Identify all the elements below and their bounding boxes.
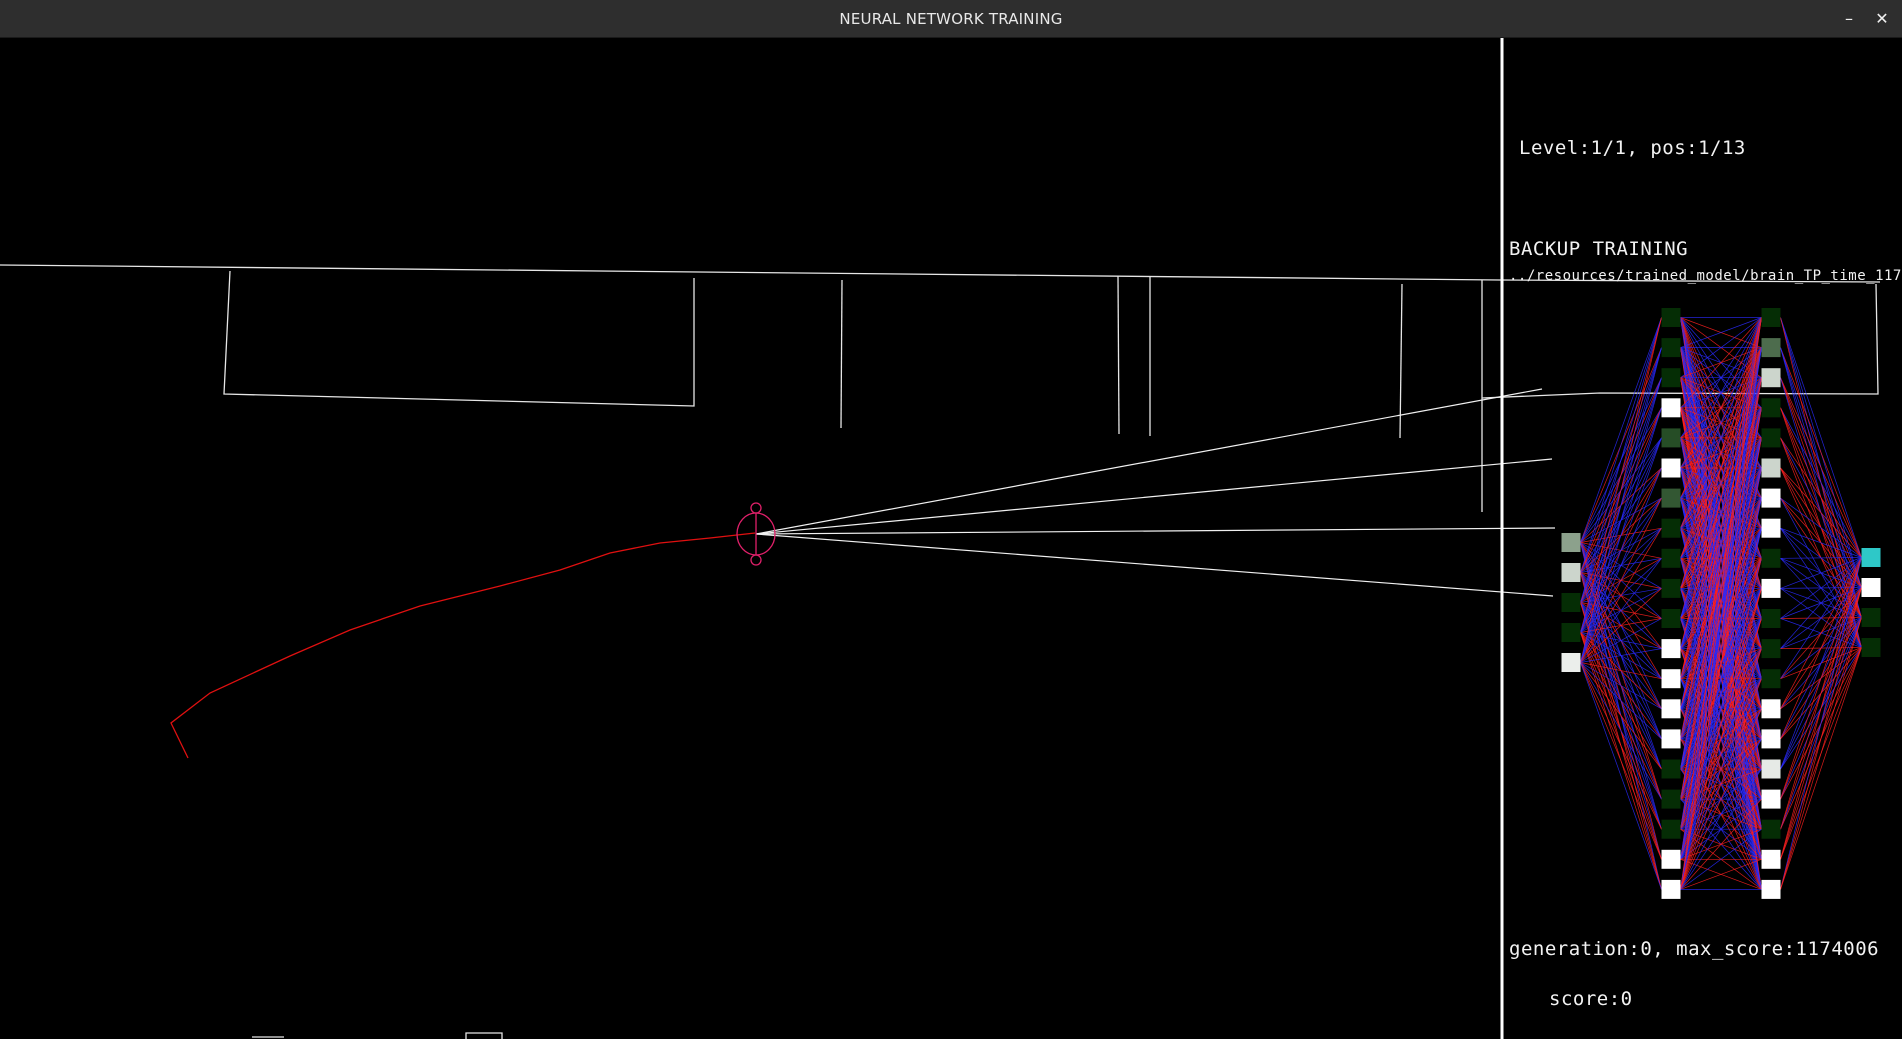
hidden2-neuron bbox=[1761, 699, 1781, 719]
window-titlebar[interactable]: NEURAL NETWORK TRAINING – ✕ bbox=[0, 0, 1902, 38]
weight-link bbox=[1780, 407, 1862, 558]
weight-link bbox=[1580, 662, 1662, 770]
output-neuron bbox=[1861, 608, 1881, 627]
hidden1-neuron bbox=[1661, 308, 1681, 327]
sensor-ray-1 bbox=[755, 388, 1543, 535]
hidden1-neuron bbox=[1661, 368, 1681, 388]
minimize-button[interactable]: – bbox=[1836, 6, 1862, 32]
weight-link bbox=[1780, 437, 1862, 558]
hidden1-neuron bbox=[1661, 879, 1681, 899]
hidden2-neuron bbox=[1761, 518, 1781, 538]
neural-network-view bbox=[1561, 308, 1881, 899]
weight-link bbox=[1580, 662, 1662, 890]
input-neuron bbox=[1561, 593, 1581, 612]
hidden2-neuron bbox=[1761, 729, 1781, 749]
weight-link bbox=[1780, 527, 1862, 558]
input-neuron bbox=[1561, 563, 1581, 582]
generation-label: generation:0, max_score:1174006 bbox=[1509, 938, 1880, 960]
game-canvas bbox=[0, 38, 1881, 1039]
weight-link bbox=[1780, 377, 1862, 558]
weight-link bbox=[1780, 497, 1862, 558]
input-neuron bbox=[1561, 533, 1581, 552]
hidden2-neuron bbox=[1761, 789, 1781, 809]
hidden2-neuron bbox=[1761, 578, 1781, 598]
hidden1-neuron bbox=[1661, 759, 1681, 779]
app-window: NEURAL NETWORK TRAINING – ✕ Level:1/1, p… bbox=[0, 0, 1902, 1039]
hidden1-neuron bbox=[1661, 578, 1681, 598]
model-path-label: ../resources/trained_model/brain_TP_time… bbox=[1509, 268, 1902, 284]
input-neuron bbox=[1561, 623, 1581, 642]
track-barrier-2 bbox=[840, 279, 843, 429]
hidden2-neuron bbox=[1761, 368, 1781, 388]
hidden2-neuron bbox=[1761, 458, 1781, 478]
weight-link bbox=[1580, 662, 1662, 830]
agent-top-wheel bbox=[750, 502, 762, 514]
agent-bottom-wheel bbox=[750, 554, 762, 566]
track-barrier-3 bbox=[1117, 275, 1120, 435]
hidden1-neuron bbox=[1661, 789, 1681, 809]
hidden1-neuron bbox=[1661, 518, 1681, 538]
network-weights bbox=[1580, 317, 1862, 890]
track-bottom-marker-2 bbox=[465, 1032, 503, 1039]
weight-link bbox=[1580, 317, 1662, 633]
output-neuron bbox=[1861, 548, 1881, 567]
input-neuron bbox=[1561, 653, 1581, 672]
weight-link bbox=[1580, 662, 1662, 800]
sensor-ray-2 bbox=[755, 458, 1553, 535]
weight-link bbox=[1780, 647, 1862, 890]
hidden2-neuron bbox=[1761, 398, 1781, 418]
track-barrier-1 bbox=[223, 270, 695, 407]
weight-link bbox=[1780, 557, 1862, 830]
hidden2-neuron bbox=[1761, 639, 1781, 659]
hidden1-neuron bbox=[1661, 609, 1681, 628]
hidden2-neuron bbox=[1761, 879, 1781, 899]
hidden2-neuron bbox=[1761, 308, 1781, 327]
hidden1-neuron bbox=[1661, 849, 1681, 869]
level-label: Level:1/1, pos:1/13 bbox=[1519, 137, 1746, 159]
game-viewport: Level:1/1, pos:1/13 BACKUP TRAINING ../r… bbox=[0, 38, 1902, 1039]
hidden1-neuron bbox=[1661, 729, 1681, 749]
output-neuron bbox=[1861, 638, 1881, 657]
weight-link bbox=[1580, 662, 1662, 740]
weight-link bbox=[1780, 317, 1862, 558]
hidden1-neuron bbox=[1661, 639, 1681, 659]
weight-link bbox=[1780, 617, 1862, 890]
hidden1-neuron bbox=[1661, 428, 1681, 448]
hidden1-neuron bbox=[1661, 488, 1681, 508]
hidden1-neuron bbox=[1661, 458, 1681, 478]
score-label: score:0 bbox=[1549, 988, 1633, 1010]
hidden1-neuron bbox=[1661, 398, 1681, 418]
weight-link bbox=[1580, 437, 1662, 663]
hidden1-neuron bbox=[1661, 819, 1681, 839]
hidden1-neuron bbox=[1661, 699, 1681, 719]
agent-trail bbox=[170, 532, 756, 759]
window-title: NEURAL NETWORK TRAINING bbox=[839, 10, 1063, 28]
weight-link bbox=[1780, 557, 1862, 890]
sensor-ray-3 bbox=[755, 527, 1556, 535]
hidden1-neuron bbox=[1661, 548, 1681, 568]
hidden2-neuron bbox=[1761, 759, 1781, 779]
weight-link bbox=[1780, 557, 1862, 559]
hidden1-neuron bbox=[1661, 338, 1681, 358]
hidden1-neuron bbox=[1661, 669, 1681, 689]
hidden2-neuron bbox=[1761, 548, 1781, 568]
training-mode-label: BACKUP TRAINING bbox=[1509, 238, 1689, 260]
weight-link bbox=[1580, 317, 1662, 543]
hidden2-neuron bbox=[1761, 488, 1781, 508]
hidden2-neuron bbox=[1761, 669, 1781, 689]
agent-sensors bbox=[755, 388, 1556, 597]
hidden2-neuron bbox=[1761, 609, 1781, 628]
weight-link bbox=[1580, 377, 1662, 663]
hidden2-neuron bbox=[1761, 338, 1781, 358]
weight-link bbox=[1580, 317, 1662, 603]
sensor-ray-4 bbox=[755, 533, 1554, 597]
hidden2-neuron bbox=[1761, 849, 1781, 869]
weight-link bbox=[1780, 347, 1862, 558]
hidden2-neuron bbox=[1761, 819, 1781, 839]
close-button[interactable]: ✕ bbox=[1869, 6, 1895, 32]
hidden2-neuron bbox=[1761, 428, 1781, 448]
output-neuron bbox=[1861, 578, 1881, 597]
